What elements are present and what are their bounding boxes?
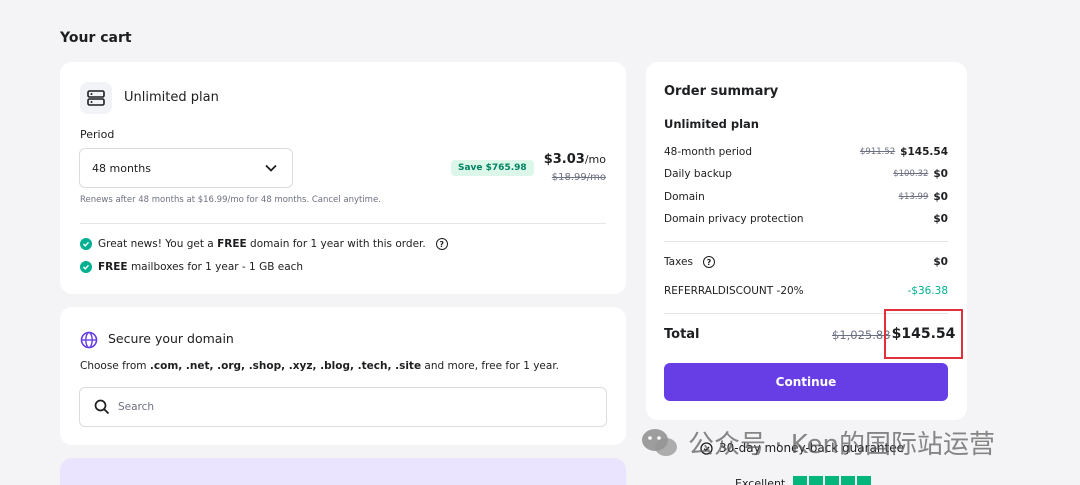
rating-stars [793,476,872,485]
help-icon[interactable]: ? [702,256,715,268]
perk-free-domain: Great news! You get a FREE domain for 1 … [80,238,448,250]
plan-price: $3.03/mo [544,152,606,167]
domain-description: Choose from .com, .net, .org, .shop, .xy… [80,360,560,372]
domain-title: Secure your domain [108,331,234,346]
order-summary-card: Order summary Unlimited plan 48-month pe… [646,62,967,420]
period-select[interactable]: 48 months [79,148,293,188]
check-icon [80,238,92,250]
server-icon [80,82,112,114]
summary-title: Order summary [664,84,779,99]
summary-row: 48-month period $911.52 $145.54 [664,146,948,158]
summary-row: Daily backup $100.32 $0 [664,168,948,180]
perk-text: FREE mailboxes for 1 year - 1 GB each [98,261,304,273]
next-section-card [60,458,626,485]
trustpilot-rating: Excellent [735,476,872,485]
continue-button[interactable]: Continue [664,363,948,401]
help-icon[interactable]: ? [435,238,448,250]
wechat-icon [642,428,677,456]
page-title: Your cart [60,30,132,46]
divider [80,223,606,224]
renewal-note: Renews after 48 months at $16.99/mo for … [80,195,381,205]
watermark: 公众号 · Ken的国际站运营 [640,424,995,461]
total-old-price: $1,025.83 [832,328,891,342]
plan-old-price: $18.99/mo [551,172,606,183]
summary-row: Domain privacy protection $0 [664,213,948,225]
check-icon [80,261,92,273]
search-icon [94,399,110,415]
star-icon [857,476,872,485]
chevron-down-icon [265,164,277,172]
perk-text: Great news! You get a FREE domain for 1 … [98,238,426,250]
summary-row: Domain $13.99 $0 [664,191,948,203]
total-label: Total [664,327,700,342]
plan-name: Unlimited plan [124,90,219,105]
total-price: $145.54 [884,309,963,359]
save-badge: Save $765.98 [451,160,534,176]
plan-price-unit: /mo [584,153,606,166]
domain-search-input[interactable]: Search [79,387,607,427]
star-icon [825,476,840,485]
star-icon [793,476,808,485]
search-placeholder: Search [118,401,155,413]
period-select-value: 48 months [92,161,151,175]
star-icon [809,476,824,485]
perk-free-mailboxes: FREE mailboxes for 1 year - 1 GB each [80,261,303,273]
plan-price-value: $3.03 [543,152,585,167]
domain-card: Secure your domain Choose from .com, .ne… [60,307,626,445]
star-icon [841,476,856,485]
period-label: Period [80,128,115,141]
discount-row: REFERRALDISCOUNT -20% -$36.38 [664,285,948,297]
plan-card: Unlimited plan Period 48 months Save $76… [60,62,626,294]
summary-plan: Unlimited plan [664,117,759,131]
taxes-row: Taxes? $0 [664,256,948,268]
globe-icon [80,331,98,349]
divider [664,241,948,242]
